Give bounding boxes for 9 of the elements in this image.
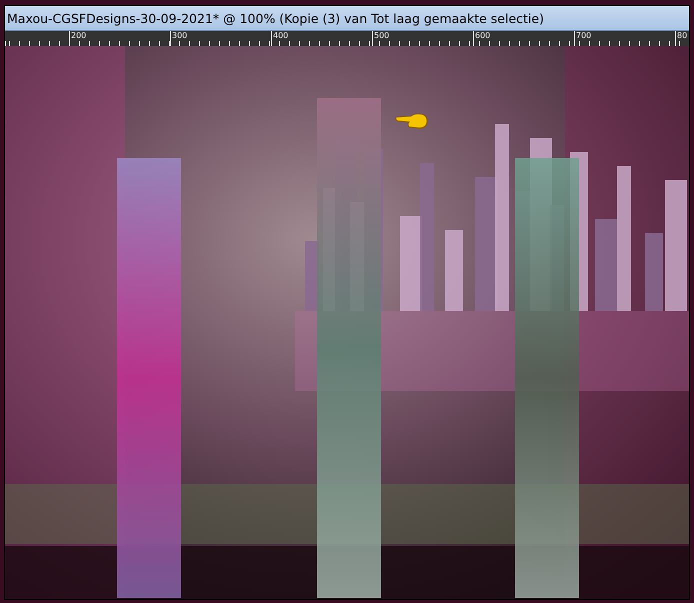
ruler-label: 80 — [676, 31, 689, 40]
ruler-label: 500 — [373, 31, 392, 40]
ruler-label: 300 — [171, 31, 190, 40]
ruler-label: 600 — [474, 31, 492, 40]
ruler-label: 400 — [272, 31, 290, 40]
ruler-label: 200 — [70, 31, 88, 40]
ruler-label: 700 — [575, 31, 594, 40]
pointing-hand-icon — [395, 110, 429, 130]
window-title: Maxou-CGSFDesigns-30-09-2021* @ 100% (Kopie (3) van Tot laag gemaakte selectie) — [5, 6, 689, 31]
